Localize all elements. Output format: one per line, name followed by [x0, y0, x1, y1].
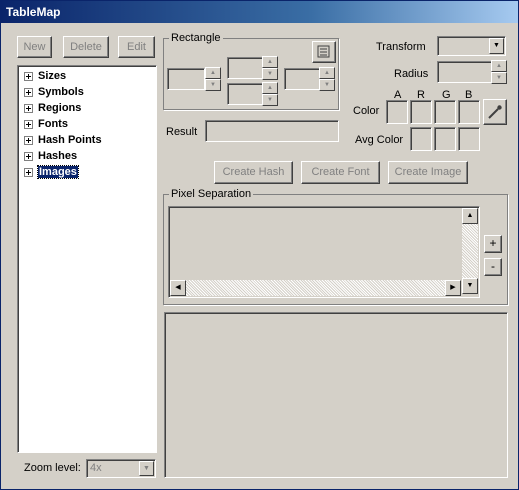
remove-separation-button[interactable]: - — [484, 258, 502, 276]
expand-icon[interactable] — [24, 71, 33, 81]
transform-select[interactable]: ▼ — [437, 36, 506, 56]
expand-icon[interactable] — [24, 103, 33, 113]
expand-icon[interactable] — [24, 87, 33, 97]
rectangle-capture-button[interactable] — [312, 41, 336, 63]
result-field[interactable] — [205, 120, 339, 142]
color-r-input[interactable] — [410, 100, 432, 124]
edit-button[interactable]: Edit — [118, 36, 155, 58]
tablemap-window: TableMap New Delete Edit Sizes Symbols R… — [0, 0, 519, 490]
vertical-scrollbar-track[interactable] — [462, 224, 478, 278]
rect-top-input[interactable] — [227, 57, 263, 79]
tree-item-hash-points[interactable]: Hash Points — [24, 132, 102, 148]
eyedropper-icon — [488, 105, 502, 119]
image-preview-panel[interactable] — [164, 312, 508, 478]
tree-item-sizes[interactable]: Sizes — [24, 68, 66, 84]
radius-spinner[interactable]: ▲ ▼ — [491, 60, 507, 84]
tree-item-label: Hashes — [38, 150, 78, 163]
window-title: TableMap — [6, 5, 61, 19]
tablemap-tree[interactable]: Sizes Symbols Regions Fonts Hash Points … — [17, 65, 157, 453]
color-b-input[interactable] — [458, 100, 480, 124]
radius-input[interactable] — [437, 61, 493, 83]
color-a-input[interactable] — [386, 100, 408, 124]
rect-right-input[interactable] — [284, 68, 320, 90]
avg-color-label: Avg Color — [355, 134, 404, 146]
expand-icon[interactable] — [24, 119, 33, 129]
expand-icon[interactable] — [24, 151, 33, 161]
result-label: Result — [166, 126, 198, 138]
pixel-separation-view[interactable]: ▲ ▼ ◀ ▶ — [168, 206, 480, 298]
tree-item-label: Images — [37, 165, 79, 180]
transform-label: Transform — [376, 41, 426, 53]
zoom-value: 4x — [90, 462, 102, 474]
zoom-label: Zoom level: — [24, 462, 81, 474]
color-picker-button[interactable] — [483, 99, 507, 125]
radius-label: Radius — [394, 68, 429, 80]
title-bar[interactable]: TableMap — [1, 1, 518, 23]
pixel-separation-label: Pixel Separation — [169, 188, 254, 200]
avg-color-r-field[interactable] — [410, 127, 432, 151]
horizontal-scrollbar-track[interactable] — [186, 280, 445, 296]
rect-top-spinner[interactable]: ▲ ▼ — [262, 56, 278, 80]
create-hash-button[interactable]: Create Hash — [214, 161, 293, 184]
avg-color-b-field[interactable] — [458, 127, 480, 151]
rectangle-capture-icon — [317, 45, 330, 58]
tree-item-hashes[interactable]: Hashes — [24, 148, 77, 164]
chevron-down-icon[interactable]: ▼ — [139, 461, 154, 476]
rect-bottom-input[interactable] — [227, 83, 263, 105]
expand-icon[interactable] — [24, 135, 33, 145]
tree-item-label: Symbols — [38, 86, 84, 99]
color-label: Color — [353, 105, 380, 117]
rectangle-group-label: Rectangle — [169, 32, 223, 44]
new-button[interactable]: New — [17, 36, 52, 58]
rect-right-spinner[interactable]: ▲ ▼ — [319, 67, 335, 91]
tree-item-regions[interactable]: Regions — [24, 100, 81, 116]
rect-bottom-spinner[interactable]: ▲ ▼ — [262, 82, 278, 106]
rect-left-input[interactable] — [167, 68, 205, 90]
scroll-left-icon[interactable]: ◀ — [170, 280, 186, 296]
chevron-down-icon[interactable]: ▼ — [489, 38, 504, 54]
add-separation-button[interactable]: + — [484, 235, 502, 253]
tree-item-label: Hash Points — [38, 134, 102, 147]
color-g-input[interactable] — [434, 100, 456, 124]
rect-left-spinner[interactable]: ▲ ▼ — [205, 67, 221, 91]
create-image-button[interactable]: Create Image — [388, 161, 468, 184]
tree-item-label: Regions — [38, 102, 82, 115]
tree-item-label: Sizes — [38, 70, 67, 83]
scroll-right-icon[interactable]: ▶ — [445, 280, 461, 296]
scroll-up-icon[interactable]: ▲ — [462, 208, 478, 224]
delete-button[interactable]: Delete — [63, 36, 109, 58]
zoom-select[interactable]: 4x ▼ — [86, 459, 156, 478]
tree-item-fonts[interactable]: Fonts — [24, 116, 68, 132]
tree-item-label: Fonts — [38, 118, 68, 131]
create-font-button[interactable]: Create Font — [301, 161, 380, 184]
expand-icon[interactable] — [24, 167, 33, 177]
avg-color-g-field[interactable] — [434, 127, 456, 151]
scroll-down-icon[interactable]: ▼ — [462, 278, 478, 294]
tree-item-symbols[interactable]: Symbols — [24, 84, 84, 100]
tree-item-images[interactable]: Images — [24, 164, 79, 180]
